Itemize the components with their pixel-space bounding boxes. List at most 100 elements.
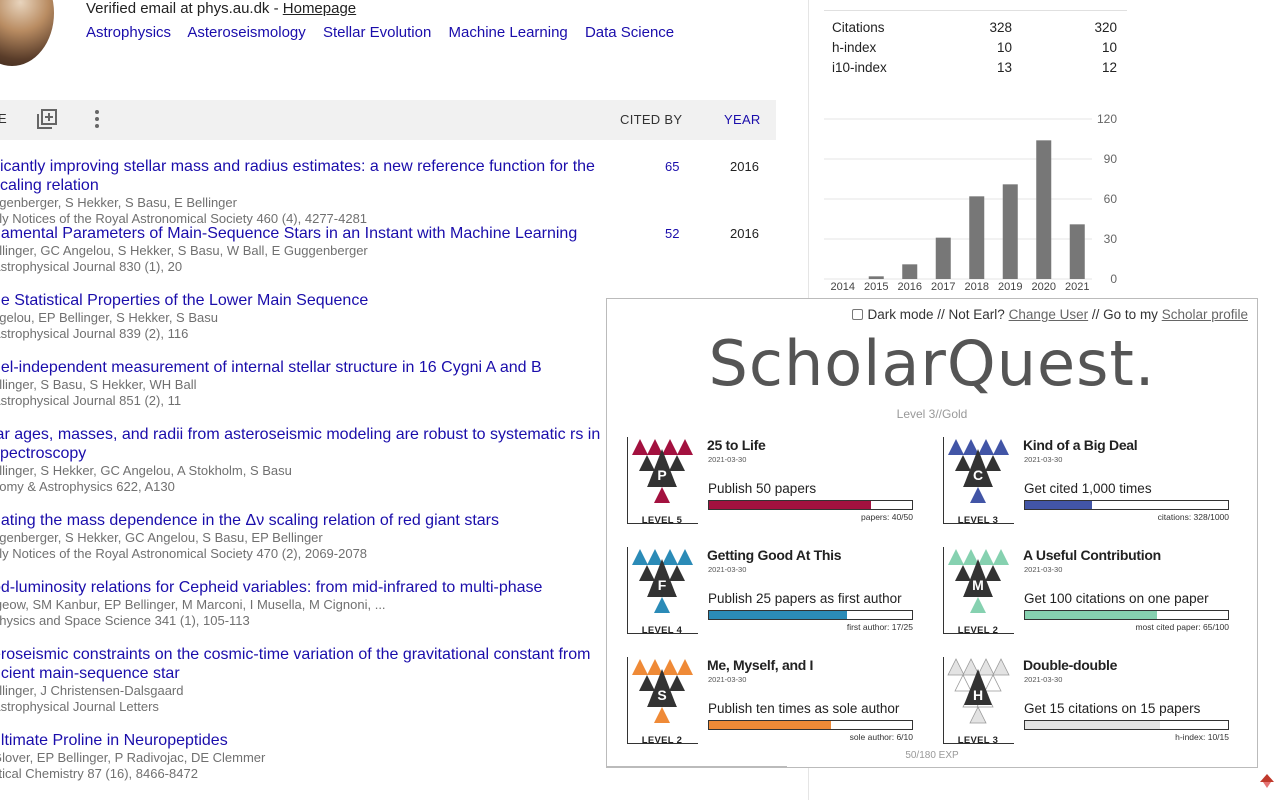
achievement-description: Publish 25 papers as first author [708,591,902,606]
achievement-card: P LEVEL 5 25 to Life 2021-03-30 Publish 50 p… [607,437,913,537]
year-column-header[interactable]: YEAR [724,112,761,127]
chart-bar-2017 [935,237,951,279]
interest-data-science[interactable]: Data Science [585,24,674,41]
achievement-card: F LEVEL 4 Getting Good At This 2021-03-30 Pu… [607,547,913,647]
achievement-date: 2021-03-30 [708,565,747,574]
x-tick-label: 2014 [831,281,855,293]
article-cited-by[interactable]: 52 [665,226,679,241]
achievement-title: Me, Myself, and I [707,657,814,673]
stats-label: Citations [832,20,885,35]
stats-all: 328 [989,20,1012,35]
achievement-title: Getting Good At This [707,547,842,563]
article-year: 2016 [730,159,759,174]
article-authors: ggenberger, S Hekker, S Basu, E Bellinge… [0,195,237,210]
exp-progress-bar [607,766,787,767]
stats-row-i10-index: i10-index 13 12 [824,58,1127,78]
article-title[interactable]: gating the mass dependence in the Δν sca… [0,511,612,530]
achievement-progress-fill [1025,501,1092,509]
achievement-description: Publish ten times as sole author [708,701,900,716]
verified-email: Verified email at phys.au.dk - Homepage [86,0,356,17]
research-interests: Astrophysics Asteroseismology Stellar Ev… [86,24,687,41]
stats-all: 13 [996,60,1012,75]
user-level: Level 3//Gold [896,407,968,421]
article-title[interactable]: del-independent measurement of internal … [0,358,612,377]
achievement-card: M LEVEL 2 A Useful Contribution 2021-03-30 G… [923,547,1229,647]
separator: // [1091,307,1100,322]
citation-stats-table: Citations 328 320 h-index 10 10 i10-inde… [824,10,1127,78]
stats-label: h-index [832,40,877,55]
achievement-letter: H [973,687,983,703]
citations-bar-chart: 0 30 60 90 120 2014 2015 2016 2017 2018 2019 2020 20… [824,112,1118,293]
achievement-letter: F [658,577,667,593]
x-tick-label: 2016 [898,281,922,293]
more-vert-icon[interactable] [85,109,107,131]
achievement-progress-fill [709,721,831,729]
achievement-date: 2021-03-30 [708,455,747,464]
article-year: 2016 [730,226,759,241]
change-user-link[interactable]: Change User [1009,307,1089,322]
chart-bar-2016 [902,264,918,279]
article-cited-by[interactable]: 65 [665,159,679,174]
article-title[interactable]: od-luminosity relations for Cepheid vari… [0,578,612,597]
add-box-icon[interactable] [36,109,58,131]
stats-label: i10-index [832,60,887,75]
interest-asteroseismology[interactable]: Asteroseismology [187,24,305,41]
y-tick-label: 90 [1104,152,1118,166]
achievement-progress-bar [1024,500,1229,510]
title-sort-label[interactable]: E [0,111,7,126]
dark-mode-checkbox[interactable] [852,309,864,320]
article-venue: ytical Chemistry 87 (16), 8466-8472 [0,766,198,781]
article-title[interactable]: ificantly improving stellar mass and rad… [0,157,612,195]
y-tick-label: 0 [1110,272,1117,286]
y-tick-label: 120 [1097,112,1117,126]
scholar-profile-link[interactable]: Scholar profile [1162,307,1248,322]
stats-since: 12 [1101,60,1117,75]
y-tick-label: 30 [1104,232,1118,246]
article-title[interactable]: lar ages, masses, and radii from asteros… [0,425,612,463]
chart-bar-2020 [1036,140,1052,279]
achievement-level: LEVEL 2 [641,735,683,746]
achievement-letter: C [973,467,983,483]
separator: // [937,307,945,322]
achievement-badge: P [627,437,698,524]
interest-stellar-evolution[interactable]: Stellar Evolution [323,24,431,41]
interest-machine-learning[interactable]: Machine Learning [449,24,568,41]
interest-astrophysics[interactable]: Astrophysics [86,24,171,41]
achievement-title: 25 to Life [707,437,766,453]
article-title[interactable]: he Statistical Properties of the Lower M… [0,291,612,310]
achievement-badge: H [943,657,1014,744]
x-tick-label: 2018 [965,281,989,293]
achievement-progress-label: sole author: 6/10 [849,732,913,742]
triangle-badge-icon: P [632,439,693,503]
logo-text: ScholarQuest. [708,327,1156,400]
scholarquest-icon[interactable] [1259,773,1275,789]
achievement-progress-label: citations: 328/1000 [1157,512,1229,522]
chart-bar-2015 [868,276,884,279]
achievement-progress-bar [1024,720,1229,730]
article-title[interactable]: ultimate Proline in Neuropeptides [0,731,612,750]
dark-mode-label[interactable]: Dark mode [867,307,933,322]
stats-row-citations: Citations 328 320 [824,18,1127,38]
achievement-badge: S [627,657,698,744]
stats-since: 320 [1094,20,1117,35]
achievement-badge: F [627,547,698,634]
x-tick-label: 2015 [864,281,888,293]
stats-since: 10 [1101,40,1117,55]
achievement-date: 2021-03-30 [1024,675,1063,684]
achievement-description: Get 100 citations on one paper [1024,591,1209,606]
triangle-badge-icon: F [632,549,693,613]
article-title[interactable]: eroseismic constraints on the cosmic-tim… [0,645,612,683]
homepage-link[interactable]: Homepage [283,0,356,17]
achievement-progress-fill [1025,611,1157,619]
chart-bar-2019 [1002,184,1018,279]
goto-text: Go to my [1103,307,1158,322]
article-row: ificantly improving stellar mass and rad… [0,157,776,226]
article-venue: Astrophysical Journal 830 (1), 20 [0,259,183,274]
achievement-letter: P [657,467,666,483]
article-title[interactable]: damental Parameters of Main-Sequence Sta… [0,224,612,243]
scholarquest-logo: ScholarQuest. [607,327,1257,400]
triangle-badge-icon: S [632,659,693,723]
achievement-level: LEVEL 3 [957,515,999,526]
achievement-letter: M [972,577,984,593]
cited-by-column-header[interactable]: CITED BY [620,112,682,127]
